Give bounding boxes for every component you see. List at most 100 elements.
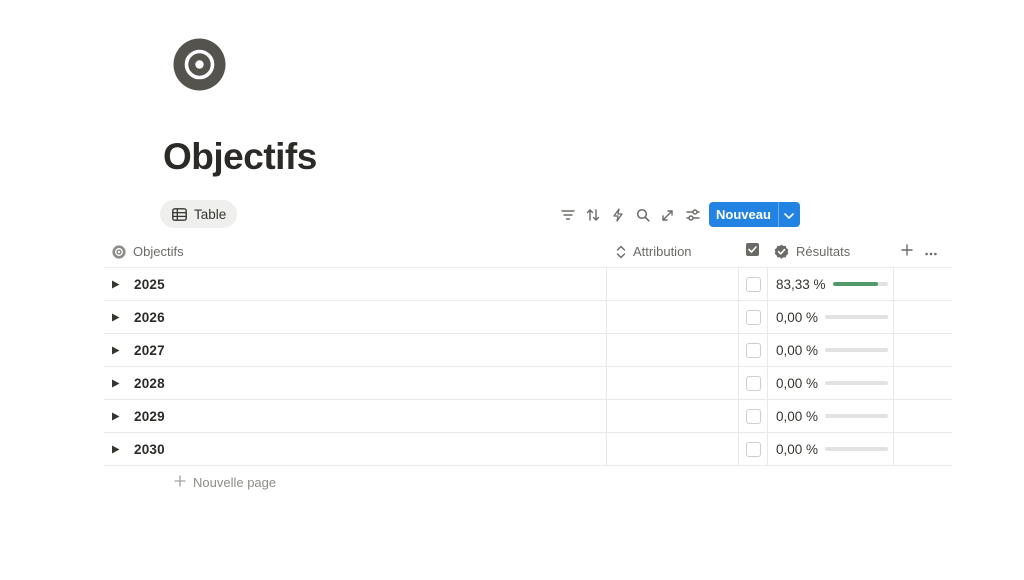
column-header-label: Résultats: [796, 244, 851, 259]
table-row[interactable]: 2030 0,00 %: [104, 433, 952, 466]
page-title[interactable]: Objectifs: [163, 136, 317, 178]
row-attribution-cell[interactable]: [606, 367, 738, 399]
new-dropdown-button[interactable]: [779, 202, 800, 227]
progress-bar: [832, 282, 888, 286]
row-checkbox-cell: [738, 268, 767, 300]
column-header-checkbox[interactable]: [738, 236, 767, 267]
result-percentage: 0,00 %: [776, 441, 819, 457]
toggle-triangle-icon[interactable]: [104, 313, 126, 322]
result-percentage: 83,33 %: [776, 276, 826, 292]
progress-bar: [825, 414, 889, 418]
column-header-attribution[interactable]: Attribution: [606, 236, 738, 267]
toggle-triangle-icon[interactable]: [104, 412, 126, 421]
table-row[interactable]: 2028 0,00 %: [104, 367, 952, 400]
row-results-cell[interactable]: 0,00 %: [767, 301, 893, 333]
row-attribution-cell[interactable]: [606, 268, 738, 300]
toggle-triangle-icon[interactable]: [104, 280, 126, 289]
table-body: 2025 83,33 % 2026 0,00 % 2027 0,00 % 2028 0,00 …: [104, 268, 952, 466]
row-results-cell[interactable]: 0,00 %: [767, 367, 893, 399]
table-icon: [172, 207, 187, 221]
progress-bar: [825, 447, 889, 451]
row-results-cell[interactable]: 83,33 %: [767, 268, 893, 300]
result-percentage: 0,00 %: [776, 309, 819, 325]
database-toolbar: [555, 203, 705, 227]
column-header-label: Attribution: [633, 244, 692, 259]
row-checkbox[interactable]: [745, 276, 761, 292]
target-icon: [112, 244, 126, 259]
result-percentage: 0,00 %: [776, 342, 819, 358]
row-checkbox-cell: [738, 367, 767, 399]
automation-icon[interactable]: [605, 203, 630, 227]
sort-icon[interactable]: [580, 203, 605, 227]
new-page-label: Nouvelle page: [193, 475, 277, 490]
new-button[interactable]: Nouveau: [709, 202, 779, 227]
table-row[interactable]: 2029 0,00 %: [104, 400, 952, 433]
row-title[interactable]: 2027: [134, 343, 165, 358]
result-percentage: 0,00 %: [776, 375, 819, 391]
row-name-cell[interactable]: 2028: [104, 367, 606, 399]
row-title[interactable]: 2026: [134, 310, 165, 325]
progress-bar: [825, 315, 889, 319]
row-results-cell[interactable]: 0,00 %: [767, 400, 893, 432]
row-name-cell[interactable]: 2030: [104, 433, 606, 465]
row-empty-cell: [893, 268, 952, 300]
new-button-group: Nouveau: [709, 202, 800, 227]
new-page-button[interactable]: Nouvelle page: [174, 475, 276, 490]
settings-icon[interactable]: [680, 203, 705, 227]
row-attribution-cell[interactable]: [606, 301, 738, 333]
row-title[interactable]: 2025: [134, 277, 165, 292]
filter-icon[interactable]: [555, 203, 580, 227]
column-header-resultats[interactable]: Résultats: [767, 236, 893, 267]
row-empty-cell: [893, 334, 952, 366]
row-results-cell[interactable]: 0,00 %: [767, 334, 893, 366]
row-checkbox[interactable]: [745, 309, 761, 325]
column-header-label: Objectifs: [133, 244, 184, 259]
row-name-cell[interactable]: 2025: [104, 268, 606, 300]
row-title[interactable]: 2028: [134, 376, 165, 391]
row-empty-cell: [893, 301, 952, 333]
row-checkbox-cell: [738, 301, 767, 333]
column-header-objectifs[interactable]: Objectifs: [104, 236, 606, 267]
row-empty-cell: [893, 433, 952, 465]
search-icon[interactable]: [630, 203, 655, 227]
row-results-cell[interactable]: 0,00 %: [767, 433, 893, 465]
row-attribution-cell[interactable]: [606, 334, 738, 366]
plus-icon: [174, 475, 186, 490]
view-tab-table[interactable]: Table: [160, 200, 238, 228]
table-row[interactable]: 2027 0,00 %: [104, 334, 952, 367]
toggle-triangle-icon[interactable]: [104, 379, 126, 388]
expand-icon[interactable]: [655, 203, 680, 227]
row-checkbox[interactable]: [745, 375, 761, 391]
header-actions: [893, 236, 952, 267]
view-tab-label: Table: [194, 206, 227, 222]
row-empty-cell: [893, 367, 952, 399]
checkbox-icon: [746, 242, 759, 261]
row-checkbox-cell: [738, 400, 767, 432]
progress-bar-fill: [832, 282, 879, 286]
table-row[interactable]: 2026 0,00 %: [104, 301, 952, 334]
row-checkbox[interactable]: [745, 408, 761, 424]
row-checkbox-cell: [738, 334, 767, 366]
row-name-cell[interactable]: 2027: [104, 334, 606, 366]
row-checkbox[interactable]: [745, 441, 761, 457]
row-checkbox-cell: [738, 433, 767, 465]
toggle-triangle-icon[interactable]: [104, 445, 126, 454]
table-row[interactable]: 2025 83,33 %: [104, 268, 952, 301]
row-name-cell[interactable]: 2029: [104, 400, 606, 432]
row-name-cell[interactable]: 2026: [104, 301, 606, 333]
row-attribution-cell[interactable]: [606, 400, 738, 432]
row-attribution-cell[interactable]: [606, 433, 738, 465]
result-percentage: 0,00 %: [776, 408, 819, 424]
progress-bar: [825, 348, 889, 352]
page-target-icon[interactable]: [173, 38, 226, 91]
row-title[interactable]: 2029: [134, 409, 165, 424]
progress-bar: [825, 381, 889, 385]
row-title[interactable]: 2030: [134, 442, 165, 457]
toggle-triangle-icon[interactable]: [104, 346, 126, 355]
row-checkbox[interactable]: [745, 342, 761, 358]
add-property-icon[interactable]: [901, 243, 913, 261]
chevron-down-icon: [784, 206, 795, 224]
objectives-table: Objectifs Attribution Résultats 2025 83,…: [104, 236, 952, 466]
more-options-icon[interactable]: [925, 243, 937, 261]
verified-icon: [774, 244, 789, 259]
